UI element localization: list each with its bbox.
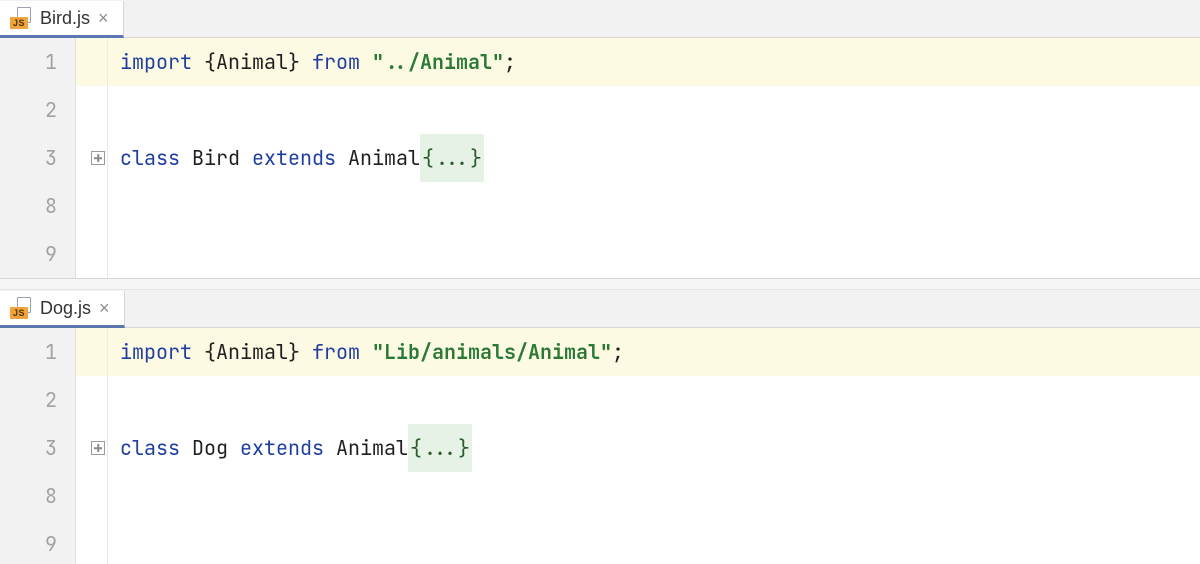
file-tab[interactable]: JS Dog.js × (0, 291, 125, 328)
js-badge: JS (10, 307, 28, 319)
js-file-icon: JS (10, 297, 32, 319)
code-line[interactable]: 9 (0, 520, 1200, 564)
token: Animal (348, 134, 420, 182)
tab-label: Bird.js (40, 8, 90, 29)
close-icon[interactable]: × (99, 299, 110, 317)
code-content[interactable] (108, 520, 1200, 564)
code-line[interactable]: 3 class Dog extends Animal{...} (0, 424, 1200, 472)
code-content[interactable] (108, 86, 1200, 134)
fold-gutter (76, 472, 108, 520)
token: Animal (336, 424, 408, 472)
fold-gutter (76, 520, 108, 564)
fold-gutter (76, 230, 108, 278)
fold-gutter (76, 424, 108, 472)
line-number: 2 (0, 86, 76, 134)
token: } (288, 38, 312, 86)
line-number: 8 (0, 472, 76, 520)
line-number: 3 (0, 424, 76, 472)
code-content[interactable]: class Dog extends Animal{...} (108, 424, 1200, 472)
code-content[interactable]: class Bird extends Animal{...} (108, 134, 1200, 182)
token: } (288, 328, 312, 376)
line-number: 1 (0, 328, 76, 376)
token: Animal (216, 38, 288, 86)
token: from (312, 38, 372, 86)
token: extends (240, 424, 336, 472)
file-tab[interactable]: JS Bird.js × (0, 1, 124, 38)
pane-separator (0, 278, 1200, 290)
code-content[interactable] (108, 230, 1200, 278)
tab-bar: JS Bird.js × (0, 0, 1200, 38)
token: { (204, 328, 216, 376)
code-content[interactable]: import {Animal} from "../Animal"; (108, 38, 1200, 86)
code-line[interactable]: 2 (0, 376, 1200, 424)
token: Dog (192, 424, 240, 472)
line-number: 2 (0, 376, 76, 424)
fold-gutter (76, 182, 108, 230)
token: Animal (216, 328, 288, 376)
token: "../Animal" (372, 38, 504, 86)
fold-gutter (76, 86, 108, 134)
close-icon[interactable]: × (98, 9, 109, 27)
token: ; (612, 328, 624, 376)
token: Bird (192, 134, 252, 182)
fold-gutter (76, 328, 108, 376)
js-badge: JS (10, 17, 28, 29)
editor-pane: JSDog.js×1import {Animal} from "Lib/anim… (0, 290, 1200, 564)
fold-gutter (76, 376, 108, 424)
code-line[interactable]: 1 import {Animal} from "Lib/animals/Anima… (0, 328, 1200, 376)
code-content[interactable]: import {Animal} from "Lib/animals/Animal… (108, 328, 1200, 376)
token: import (120, 328, 204, 376)
line-number: 1 (0, 38, 76, 86)
line-number: 9 (0, 230, 76, 278)
code-line[interactable]: 8 (0, 472, 1200, 520)
line-number: 3 (0, 134, 76, 182)
tab-label: Dog.js (40, 298, 91, 319)
code-line[interactable]: 2 (0, 86, 1200, 134)
js-file-icon: JS (10, 7, 32, 29)
code-content[interactable] (108, 376, 1200, 424)
code-editor[interactable]: 1import {Animal} from "../Animal";23clas… (0, 38, 1200, 278)
token: "Lib/animals/Animal" (372, 328, 612, 376)
fold-expand-icon[interactable] (91, 151, 105, 165)
line-number: 8 (0, 182, 76, 230)
token: {...} (408, 424, 472, 472)
token: import (120, 38, 204, 86)
token: from (312, 328, 372, 376)
code-content[interactable] (108, 182, 1200, 230)
tab-bar: JS Dog.js × (0, 290, 1200, 328)
token: ; (504, 38, 516, 86)
fold-gutter (76, 38, 108, 86)
token: { (204, 38, 216, 86)
token: class (120, 424, 192, 472)
code-content[interactable] (108, 472, 1200, 520)
token: extends (252, 134, 348, 182)
editor-pane: JSBird.js×1import {Animal} from "../Anim… (0, 0, 1200, 278)
fold-gutter (76, 134, 108, 182)
code-editor[interactable]: 1import {Animal} from "Lib/animals/Anima… (0, 328, 1200, 564)
code-line[interactable]: 9 (0, 230, 1200, 278)
token: {...} (420, 134, 484, 182)
code-line[interactable]: 3 class Bird extends Animal{...} (0, 134, 1200, 182)
line-number: 9 (0, 520, 76, 564)
fold-expand-icon[interactable] (91, 441, 105, 455)
token: class (120, 134, 192, 182)
code-line[interactable]: 1 import {Animal} from "../Animal"; (0, 38, 1200, 86)
code-line[interactable]: 8 (0, 182, 1200, 230)
